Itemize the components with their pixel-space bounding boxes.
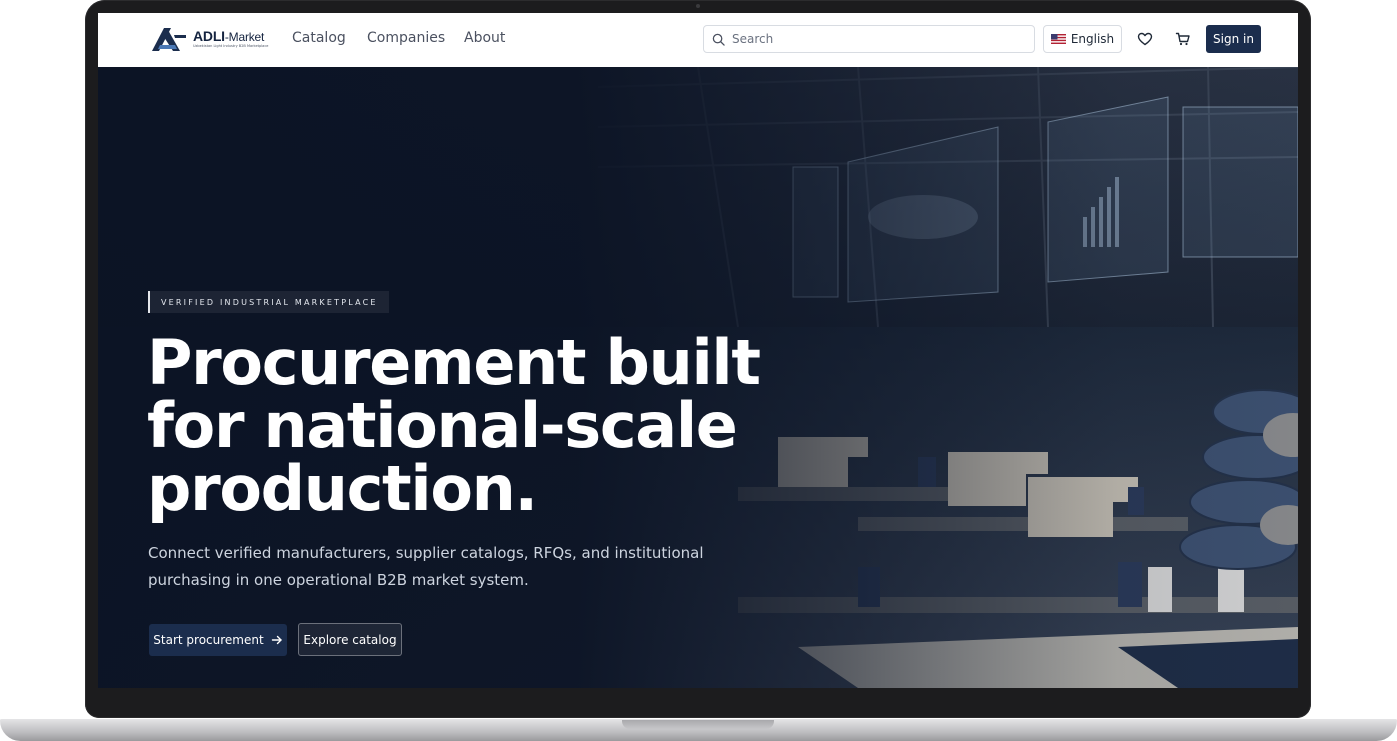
search-box[interactable] <box>703 25 1035 53</box>
start-procurement-button[interactable]: Start procurement <box>149 624 287 656</box>
logo-name: ADLI <box>193 28 225 45</box>
webcam <box>696 4 700 8</box>
nav-link-about[interactable]: About <box>464 30 505 46</box>
logo-mark-icon <box>152 28 186 51</box>
top-navbar: ADLI-Market Uzbekistan Light Industry B2… <box>98 13 1298 68</box>
start-procurement-label: Start procurement <box>153 633 264 647</box>
us-flag-icon <box>1050 34 1066 44</box>
laptop-base-notch <box>622 720 774 729</box>
hero-headline: Procurement built for national-scale pro… <box>147 326 761 525</box>
cart-icon[interactable] <box>1175 31 1191 47</box>
search-icon <box>712 33 725 46</box>
hero-badge: VERIFIED INDUSTRIAL MARKETPLACE <box>148 291 389 313</box>
nav-link-catalog[interactable]: Catalog <box>292 30 346 46</box>
hero-section: VERIFIED INDUSTRIAL MARKETPLACE Procurem… <box>98 67 1298 688</box>
logo-tagline: Uzbekistan Light Industry B2B Marketplac… <box>193 44 269 49</box>
explore-catalog-button[interactable]: Explore catalog <box>298 623 402 656</box>
arrow-right-icon <box>271 635 282 645</box>
heart-icon[interactable] <box>1137 31 1153 47</box>
sign-in-button[interactable]: Sign in <box>1206 25 1261 53</box>
nav-link-companies[interactable]: Companies <box>367 30 445 46</box>
brand-logo[interactable]: ADLI-Market Uzbekistan Light Industry B2… <box>150 24 268 54</box>
browser-viewport: ADLI-Market Uzbekistan Light Industry B2… <box>98 13 1298 688</box>
hero-subtext: Connect verified manufacturers, supplier… <box>148 544 704 589</box>
language-label: English <box>1070 32 1115 46</box>
search-input[interactable] <box>730 31 1024 47</box>
logo-suffix: -Market <box>224 30 265 45</box>
language-selector[interactable]: English <box>1043 25 1122 53</box>
